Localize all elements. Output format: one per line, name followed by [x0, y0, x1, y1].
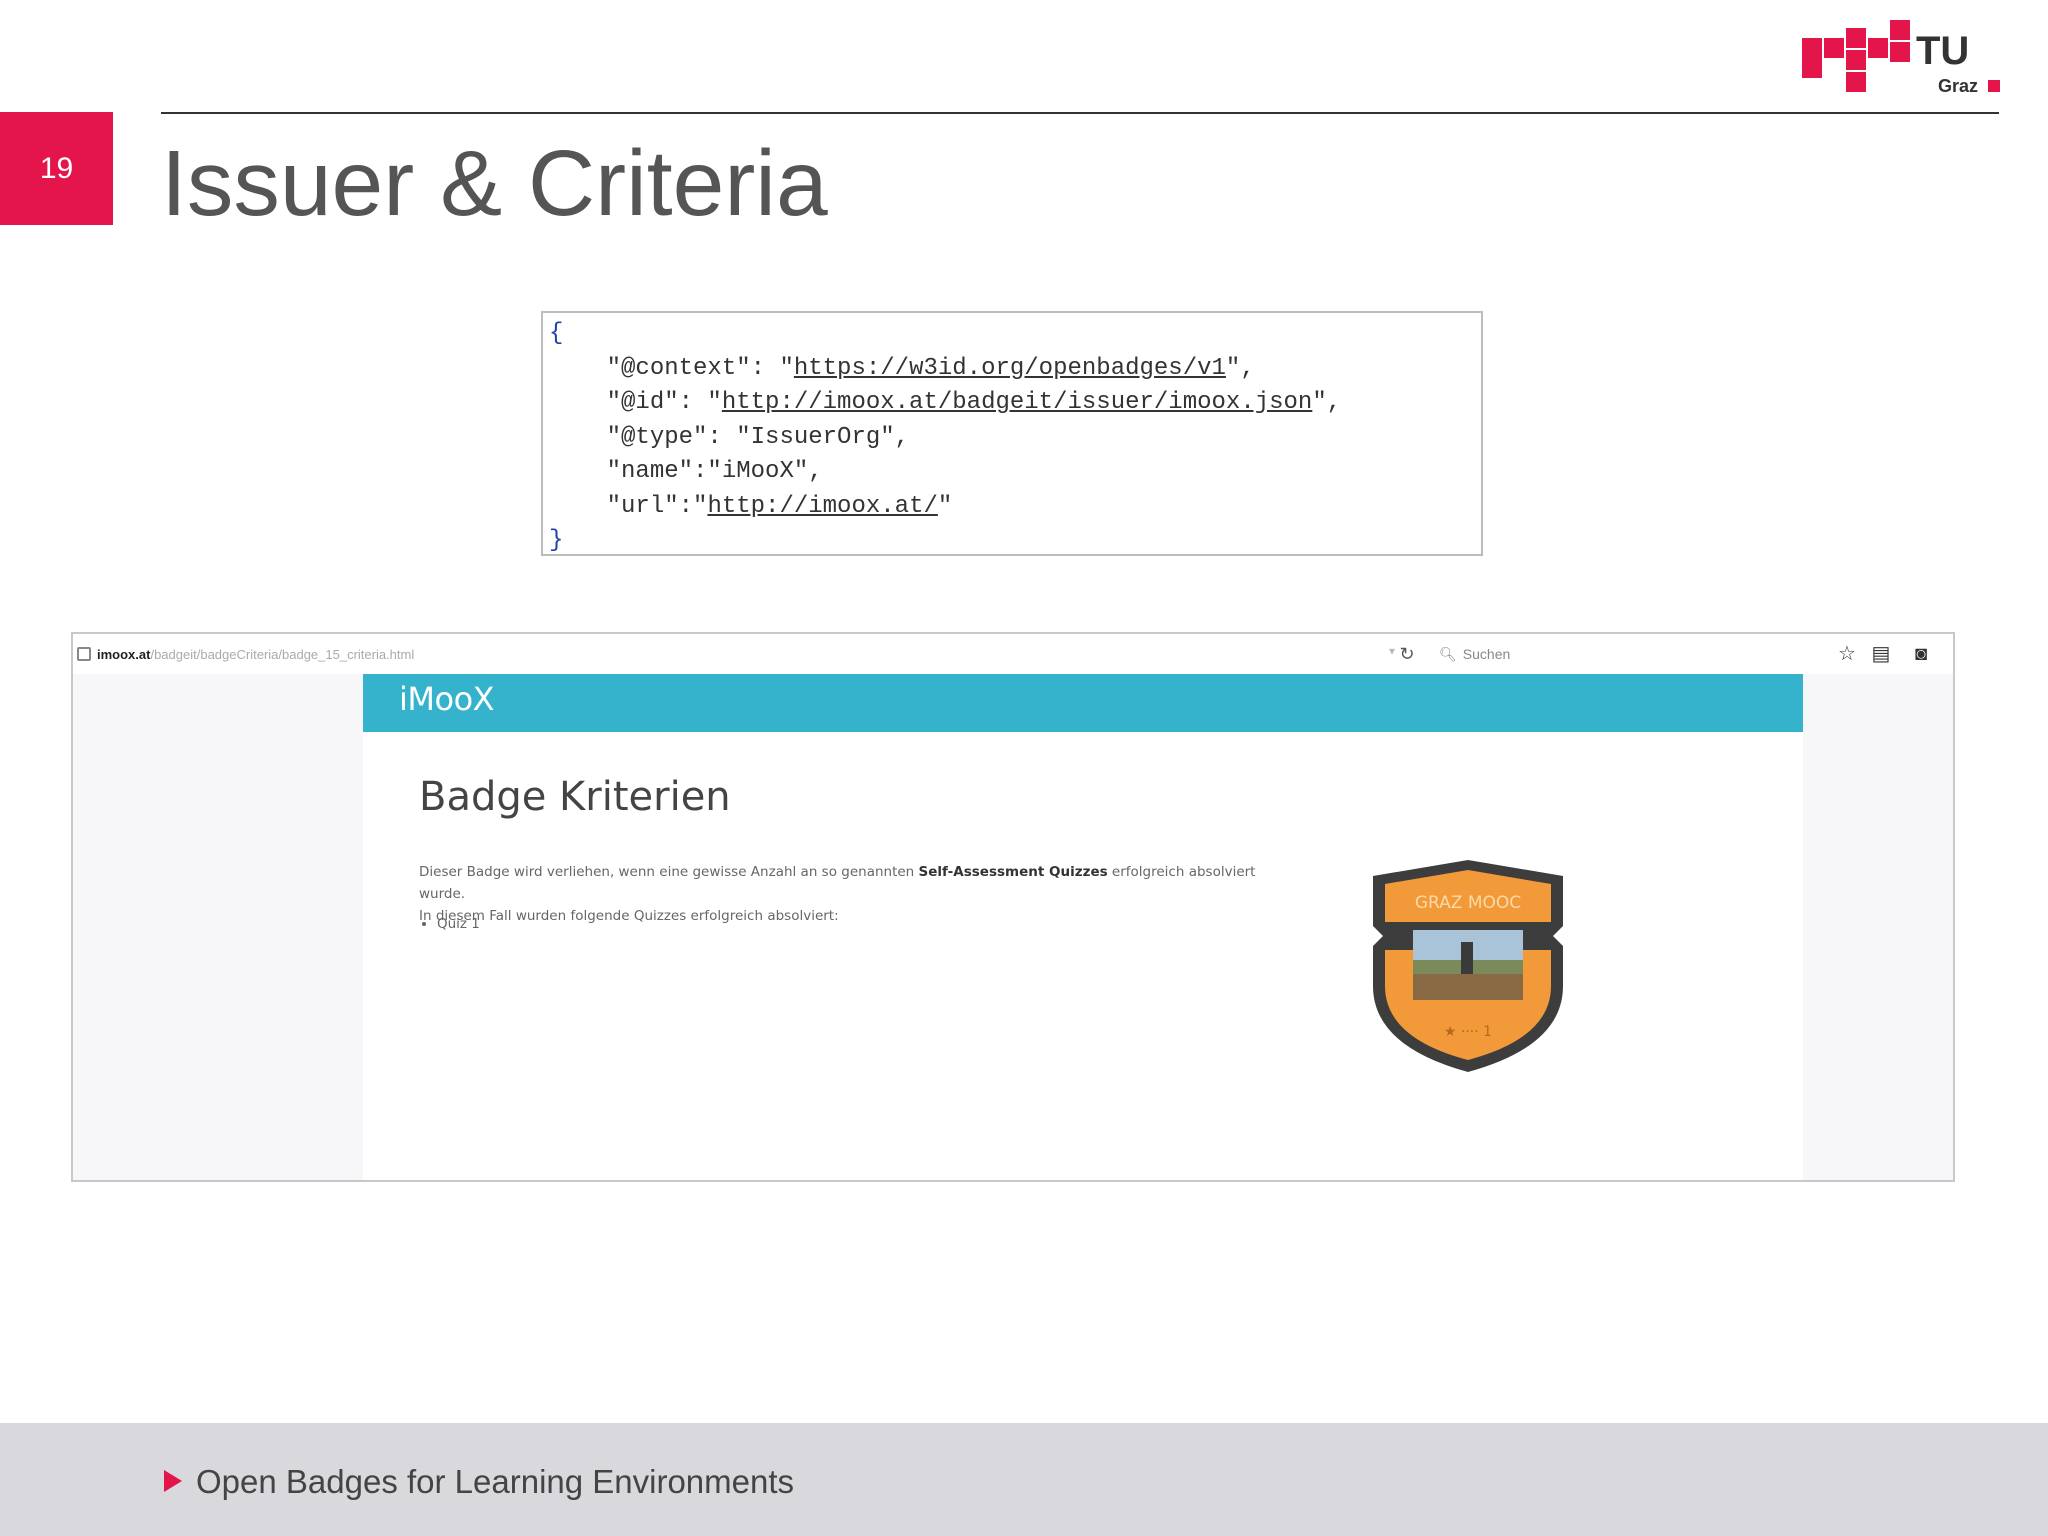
page-content: iMooX Badge Kriterien Dieser Badge wird … [363, 674, 1803, 1180]
tu-graz-logo: TU Graz [1802, 20, 2000, 96]
page-margin-right [1803, 674, 1953, 1180]
code-link[interactable]: https://w3id.org/openbadges/v1 [794, 355, 1226, 382]
browser-toolbar: imoox.at /badgeit/badgeCriteria/badge_15… [73, 634, 1953, 675]
slide-title: Issuer & Criteria [161, 131, 828, 235]
play-arrow-icon [164, 1470, 182, 1492]
clipboard-icon[interactable]: ▤ [1869, 642, 1893, 666]
json-code-block: { "@context": "https://w3id.org/openbadg… [541, 311, 1483, 556]
code-open-brace: { [549, 320, 564, 347]
star-icon[interactable]: ☆ [1835, 642, 1859, 666]
browser-screenshot: imoox.at /badgeit/badgeCriteria/badge_15… [71, 632, 1955, 1182]
search-icon: 🔍︎ [1439, 645, 1457, 662]
badge-image: GRAZ MOOC ★ ···· 1 [1373, 860, 1563, 1072]
logo-text-graz: Graz [1938, 76, 1978, 96]
svg-text:★ ···· 1: ★ ···· 1 [1444, 1024, 1492, 1040]
quiz-list: Quiz 1 [423, 916, 480, 932]
footer: Open Badges for Learning Environments [0, 1423, 2048, 1536]
page-heading: Badge Kriterien [419, 774, 731, 820]
criteria-text: Dieser Badge wird verliehen, wenn eine g… [419, 864, 1256, 924]
lock-icon [77, 647, 91, 661]
site-logo[interactable]: iMooX [399, 680, 495, 718]
search-input[interactable]: 🔍︎ Suchen [1433, 638, 1893, 670]
code-line: "url":"http://imoox.at/" [549, 492, 953, 520]
url-domain: imoox.at [97, 646, 151, 662]
site-header-bar: iMooX [363, 674, 1803, 732]
code-line: "name":"iMooX", [549, 458, 823, 485]
criteria-bold: Self-Assessment Quizzes [918, 864, 1108, 880]
code-link[interactable]: http://imoox.at/ [707, 493, 937, 520]
footer-text: Open Badges for Learning Environments [196, 1463, 795, 1500]
pocket-icon[interactable]: ◙ [1909, 642, 1933, 666]
url-bar[interactable]: imoox.at /badgeit/badgeCriteria/badge_15… [73, 634, 1413, 674]
slide-number: 19 [0, 112, 113, 225]
url-path: /badgeit/badgeCriteria/badge_15_criteria… [150, 646, 415, 662]
code-line: "@context": "https://w3id.org/openbadges… [549, 354, 1255, 382]
code-line: "@id": "http://imoox.at/badgeit/issuer/i… [549, 389, 1342, 416]
page-margin-left [73, 674, 363, 1180]
code-line: "@type": "IssuerOrg", [549, 423, 910, 451]
list-item: Quiz 1 [437, 916, 480, 932]
header-rule [161, 112, 1999, 114]
search-placeholder: Suchen [1462, 646, 1511, 662]
code-close-brace: } [549, 527, 564, 554]
code-link[interactable]: http://imoox.at/badgeit/issuer/imoox.jso… [722, 389, 1313, 416]
badge-label: GRAZ MOOC [1415, 893, 1521, 913]
logo-text-tu: TU [1916, 29, 1969, 73]
reload-icon[interactable]: ↻ [1393, 640, 1421, 668]
